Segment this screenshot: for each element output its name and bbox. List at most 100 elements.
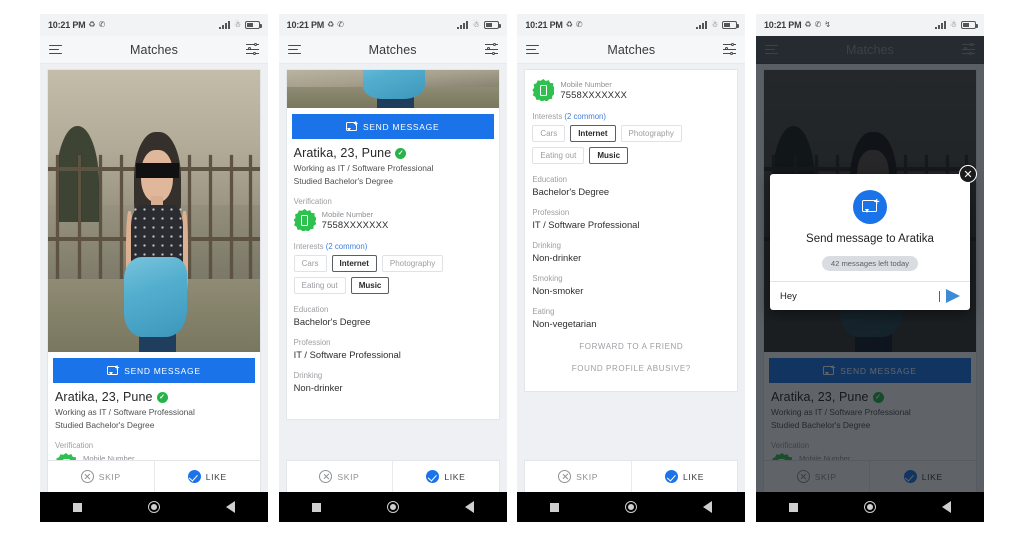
circle-home-icon[interactable] <box>863 501 876 513</box>
smoking-value: Non-smoker <box>532 285 584 296</box>
censor-bar <box>136 162 180 179</box>
battery-icon <box>245 21 262 29</box>
close-icon[interactable]: ✕ <box>958 165 977 183</box>
sync-icon: ♻ <box>804 20 812 29</box>
verified-mobile-icon <box>532 79 555 101</box>
like-button-3[interactable]: LIKE <box>630 461 738 492</box>
android-nav-bar-4 <box>755 492 984 522</box>
square-recents-icon[interactable] <box>550 502 560 512</box>
app-bar-4: Matches <box>755 36 984 64</box>
interests-section-2: Interests (2 common) Cars Internet Photo… <box>287 242 499 294</box>
profile-card-2: + SEND MESSAGE Aratika, 23, Pune ✓ Worki… <box>285 69 500 420</box>
circle-home-icon[interactable] <box>386 501 399 513</box>
verification-number: 7558XXXXXXX <box>321 219 389 230</box>
circle-home-icon[interactable] <box>625 501 638 513</box>
profile-photo[interactable] <box>48 70 260 352</box>
profile-name: Aratika, 23, Pune <box>55 390 153 404</box>
interests-label: Interests (2 common) <box>294 242 492 251</box>
status-right-icons-4: ☃ <box>934 21 978 29</box>
profile-summary-4: Aratika, 23, Pune ✓ Working as IT / Soft… <box>764 383 976 430</box>
app-bar-3: Matches <box>517 36 746 64</box>
chip-internet[interactable]: Internet <box>331 255 377 272</box>
scroll-body[interactable]: + SEND MESSAGE Aratika, 23, Pune ✓ Worki… <box>40 64 268 492</box>
filter-sliders-icon[interactable] <box>723 42 737 56</box>
hamburger-menu-icon[interactable] <box>526 44 540 55</box>
found-profile-abusive-link[interactable]: FOUND PROFILE ABUSIVE? <box>532 351 730 373</box>
message-input[interactable] <box>779 290 937 302</box>
send-message-modal: ✕ + Send message to Aratika 42 messages … <box>769 165 977 310</box>
status-bar-4: 10:21 PM ♻ ✆ ↯ ☃ <box>755 14 984 36</box>
triangle-back-icon[interactable] <box>941 501 951 513</box>
triangle-back-icon[interactable] <box>226 501 235 513</box>
filter-sliders-icon[interactable] <box>484 42 498 56</box>
details-section-3: Education Bachelor's Degree Profession I… <box>525 175 737 391</box>
profile-working: Working as IT / Software Professional <box>55 407 195 417</box>
send-paper-plane-icon[interactable] <box>945 289 960 303</box>
triangle-back-icon[interactable] <box>464 501 474 513</box>
triangle-back-icon[interactable] <box>703 501 713 513</box>
page-title-2: Matches <box>368 42 417 57</box>
profile-name-row: Aratika, 23, Pune ✓ <box>55 390 253 404</box>
filter-sliders-icon[interactable] <box>961 42 975 56</box>
verification-section-2: Verification Mobile Number 7558XXXXXXX <box>287 197 499 231</box>
square-recents-icon[interactable] <box>311 502 321 512</box>
filter-sliders-icon[interactable] <box>246 42 259 56</box>
phone-screen-3: 10:21 PM ♻ ✆ ☃ Matches Mobile Number 755… <box>517 14 746 522</box>
skip-button[interactable]: SKIP <box>48 461 154 492</box>
send-message-button[interactable]: + SEND MESSAGE <box>53 358 255 383</box>
square-recents-icon[interactable] <box>73 502 82 512</box>
verification-number: 7558XXXXXXX <box>560 89 628 100</box>
chip-music[interactable]: Music <box>589 147 629 164</box>
chip-music[interactable]: Music <box>350 277 390 294</box>
chip-cars[interactable]: Cars <box>293 255 327 272</box>
square-recents-icon[interactable] <box>788 502 798 512</box>
android-nav-bar-2 <box>278 492 507 522</box>
interests-common-note: (2 common) <box>564 112 606 121</box>
like-label-4: LIKE <box>921 471 943 482</box>
status-right-icons-3: ☃ <box>696 21 740 29</box>
hamburger-menu-icon[interactable] <box>764 44 778 55</box>
modal-content: + Send message to Aratika 42 messages le… <box>770 174 970 281</box>
scroll-body-2[interactable]: + SEND MESSAGE Aratika, 23, Pune ✓ Worki… <box>278 64 507 492</box>
like-label: LIKE <box>205 471 227 482</box>
sync-icon: ♻ <box>565 20 573 29</box>
profession-label: Profession <box>532 208 570 217</box>
action-bar-4: SKIP LIKE <box>762 460 977 492</box>
bluetooth-icon: ↯ <box>824 20 831 29</box>
like-label-3: LIKE <box>683 471 705 482</box>
chip-eating-out[interactable]: Eating out <box>293 277 346 294</box>
scroll-body-3[interactable]: Mobile Number 7558XXXXXXX Interests (2 c… <box>517 64 746 492</box>
like-button-4: LIKE <box>869 461 976 492</box>
details-section-2: Education Bachelor's Degree Profession I… <box>287 305 499 419</box>
profile-photo-cropped[interactable] <box>286 70 499 108</box>
interests-section-3: Interests (2 common) Cars Internet Photo… <box>525 112 737 164</box>
circle-x-icon <box>796 470 810 483</box>
skip-button-3[interactable]: SKIP <box>525 461 631 492</box>
hamburger-menu-icon[interactable] <box>287 44 301 55</box>
send-message-label-2: SEND MESSAGE <box>362 121 440 132</box>
profession-label: Profession <box>293 338 331 347</box>
circle-x-icon <box>558 470 572 483</box>
verified-badge-icon: ✓ <box>872 391 884 403</box>
verified-badge-icon: ✓ <box>395 147 407 159</box>
chip-photography[interactable]: Photography <box>381 255 444 272</box>
profile-name-row-4: Aratika, 23, Pune ✓ <box>771 390 969 404</box>
like-button-2[interactable]: LIKE <box>392 461 499 492</box>
screenshot-stage: 10:21 PM ♻ ✆ ☃ Matches + SEND MESSAGE Ar… <box>0 0 1024 536</box>
chip-internet[interactable]: Internet <box>570 125 616 142</box>
profile-card-3: Mobile Number 7558XXXXXXX Interests (2 c… <box>524 69 739 392</box>
profile-summary: Aratika, 23, Pune ✓ Working as IT / Soft… <box>48 383 260 430</box>
send-message-button-2[interactable]: + SEND MESSAGE <box>291 114 494 139</box>
chip-photography[interactable]: Photography <box>620 125 682 142</box>
skip-button-2[interactable]: SKIP <box>287 461 393 492</box>
education-value: Bachelor's Degree <box>532 186 610 197</box>
chip-cars[interactable]: Cars <box>532 125 566 142</box>
circle-check-icon <box>665 470 679 483</box>
verification-label: Verification <box>293 197 332 206</box>
hamburger-menu-icon[interactable] <box>49 44 62 55</box>
skip-button-4: SKIP <box>764 461 870 492</box>
circle-home-icon[interactable] <box>148 501 160 513</box>
forward-to-friend-link[interactable]: FORWARD TO A FRIEND <box>532 329 730 351</box>
chip-eating-out[interactable]: Eating out <box>532 147 585 164</box>
like-button[interactable]: LIKE <box>153 461 261 492</box>
